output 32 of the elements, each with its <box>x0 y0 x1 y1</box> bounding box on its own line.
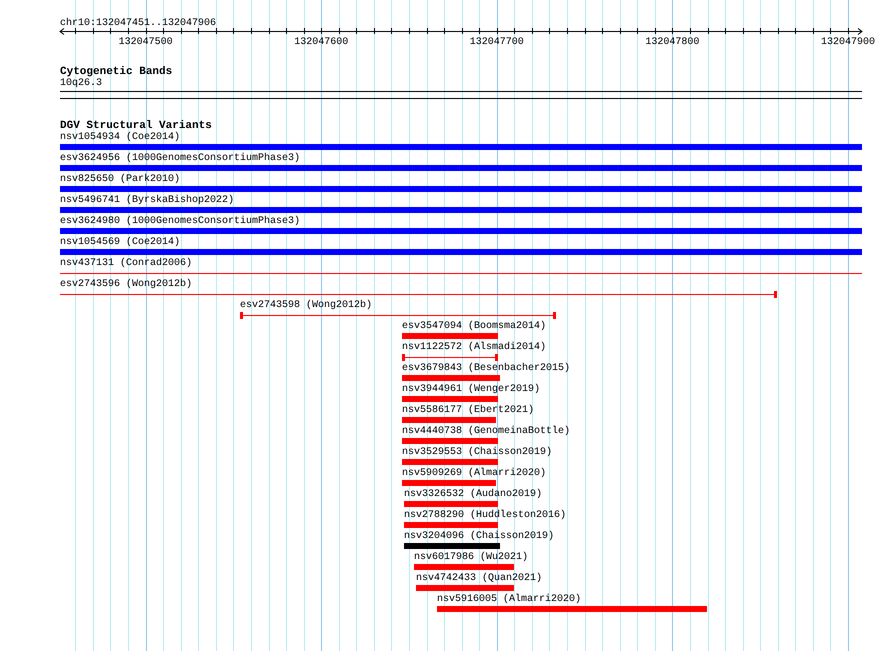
variant-label: nsv1122572 (Alsmadi2014) <box>402 342 546 354</box>
variant-label: nsv3529553 (Chaisson2019) <box>402 447 552 459</box>
tick-label: 132047500 <box>118 37 173 48</box>
location-text: chr10:132047451..132047906 <box>60 18 216 29</box>
track-title: DGV Structural Variants <box>60 120 212 132</box>
variant-label: esv3624980 (1000GenomesConsortiumPhase3) <box>60 216 300 228</box>
variant-label: esv2743596 (Wong2012b) <box>60 279 192 291</box>
variant-label: nsv2788290 (Huddleston2016) <box>404 510 566 522</box>
variant-label: nsv3326532 (Audano2019) <box>404 489 542 501</box>
variant-label: nsv5916005 (Almarri2020) <box>437 594 582 606</box>
tick-label: 132047700 <box>470 37 524 48</box>
variant-label: nsv5586177 (Ebert2021) <box>402 405 534 417</box>
variant-label: nsv3944961 (Wenger2019) <box>402 384 540 396</box>
variant-label: esv3679843 (Besenbacher2015) <box>402 363 570 375</box>
variant-label: nsv825650 (Park2010) <box>60 174 180 186</box>
variant-label: nsv437131 (Conrad2006) <box>60 258 192 270</box>
variant-label: esv3547094 (Boomsma2014) <box>402 321 546 333</box>
variant-label: esv3624956 (1000GenomesConsortiumPhase3) <box>60 153 300 165</box>
band-label: 10q26.3 <box>60 78 102 89</box>
variant-label: nsv4742433 (Quan2021) <box>416 573 542 585</box>
variant-label: nsv4440738 (GenomeinaBottle) <box>402 426 570 438</box>
variant-label: nsv1054934 (Coe2014) <box>60 132 180 144</box>
tick-label: 132047800 <box>645 37 700 48</box>
variant-label: nsv5909269 (Almarri2020) <box>402 468 546 480</box>
tick-label: 132047900 <box>821 37 875 48</box>
variant-label: nsv1054569 (Coe2014) <box>60 237 180 249</box>
tick-label: 132047600 <box>294 37 348 48</box>
variant-label: nsv5496741 (ByrskaBishop2022) <box>60 195 234 207</box>
track-title: Cytogenetic Bands <box>60 66 172 78</box>
variant-label: nsv6017986 (Wu2021) <box>414 552 528 564</box>
variant-label: nsv3204096 (Chaisson2019) <box>404 531 554 543</box>
variant-label: esv2743598 (Wong2012b) <box>240 300 372 312</box>
